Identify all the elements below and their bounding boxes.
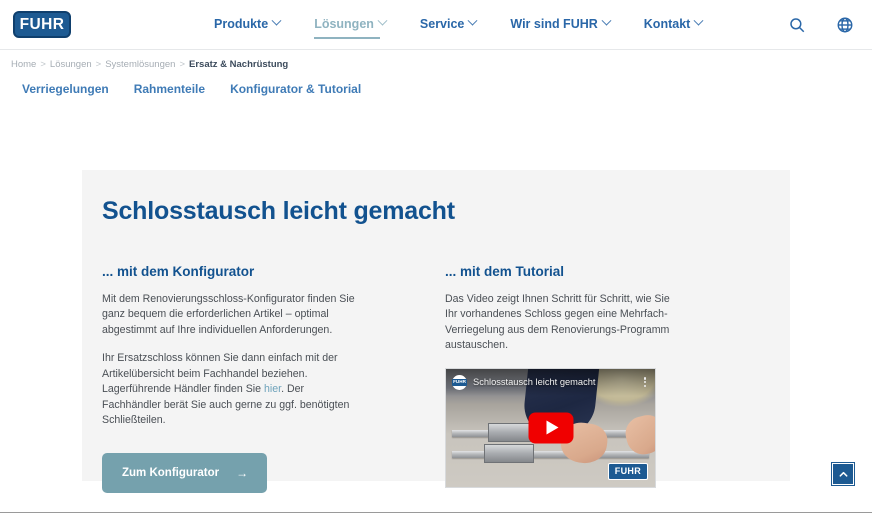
tutorial-heading: ... mit dem Tutorial [445,263,565,279]
video-thumbnail-lockcase [483,444,534,464]
chevron-down-icon [601,15,612,26]
video-title: Schlosstausch leicht gemacht [473,377,596,388]
breadcrumb-item-systemloesungen[interactable]: Systemlösungen [105,59,175,70]
chevron-down-icon [693,15,704,26]
kebab-menu-icon[interactable] [642,376,648,389]
zum-konfigurator-label: Zum Konfigurator [122,467,220,479]
breadcrumb-separator: > [95,59,102,70]
nav-item-produkte[interactable]: Produkte [214,11,282,39]
nav-item-label: Lösungen [314,16,374,31]
arrow-right-icon: → [236,466,249,480]
breadcrumb-item-current: Ersatz & Nachrüstung [189,59,289,70]
search-icon[interactable] [788,16,806,34]
channel-avatar[interactable]: FUHR [451,374,468,390]
nav-item-wir-sind-fuhr[interactable]: Wir sind FUHR [510,11,612,39]
channel-avatar-label: FUHR [451,378,468,386]
hero-columns: ... mit dem Konfigurator Mit dem Renovie… [102,263,790,494]
logo-text: FUHR [19,15,65,33]
nav-item-label: Kontakt [643,16,691,31]
tutorial-video-player[interactable]: FUHR Schlosstausch leicht gemacht FUHR [445,367,656,488]
globe-icon[interactable] [836,16,854,34]
breadcrumb-item-loesungen[interactable]: Lösungen [50,59,92,70]
video-watermark: FUHR [607,462,648,480]
play-icon[interactable] [528,412,573,444]
hero-panel: Schlosstausch leicht gemacht ... mit dem… [82,170,790,493]
breadcrumb-region: Home > Lösungen > Systemlösungen > Ersat… [0,50,872,96]
nav-item-loesungen[interactable]: Lösungen [314,11,388,39]
configurator-paragraph-2: Ihr Ersatzschloss können Sie dann einfac… [102,351,355,429]
nav-item-label: Wir sind FUHR [510,16,598,31]
tutorial-paragraph: Das Video zeigt Ihnen Schritt für Schrit… [445,292,670,352]
configurator-heading: ... mit dem Konfigurator [102,263,255,279]
section-subnavigation: Verriegelungen Rahmenteile Konfigurator … [22,82,872,96]
breadcrumb: Home > Lösungen > Systemlösungen > Ersat… [11,59,872,70]
breadcrumb-item-home[interactable]: Home [11,59,36,70]
page-title: Schlosstausch leicht gemacht [102,197,455,225]
video-thumbnail-strip [452,451,649,459]
breadcrumb-separator: > [40,59,46,70]
fuhr-logo[interactable]: FUHR [13,11,71,38]
configurator-column: ... mit dem Konfigurator Mit dem Renovie… [102,263,377,493]
chevron-down-icon [377,15,388,26]
nav-item-kontakt[interactable]: Kontakt [643,11,704,39]
footer-divider [0,512,872,513]
page-root: FUHR Produkte Lösungen Service Wir sind … [0,0,872,518]
zum-konfigurator-button[interactable]: Zum Konfigurator → [102,453,268,493]
video-thumbnail-lockcase [487,423,534,443]
nav-item-service[interactable]: Service [419,11,478,39]
subnav-item-konfigurator-tutorial[interactable]: Konfigurator & Tutorial [230,82,361,96]
main-navigation: Produkte Lösungen Service Wir sind FUHR … [214,11,704,39]
scroll-to-top-button[interactable] [832,463,854,485]
chevron-down-icon [271,15,282,26]
header-tools [788,16,856,34]
subnav-item-rahmenteile[interactable]: Rahmenteile [134,82,205,96]
chevron-down-icon [467,15,478,26]
configurator-paragraph-1: Mit dem Renovierungsschloss-Konfigurator… [102,292,355,336]
subnav-item-verriegelungen[interactable]: Verriegelungen [22,82,109,96]
site-header: FUHR Produkte Lösungen Service Wir sind … [0,0,872,50]
video-title-bar: FUHR Schlosstausch leicht gemacht [446,368,655,396]
chevron-up-icon [839,471,847,477]
dealer-link[interactable]: hier [264,383,281,395]
nav-item-label: Produkte [214,16,269,31]
nav-item-label: Service [419,16,465,31]
tutorial-column: ... mit dem Tutorial Das Video zeigt Ihn… [445,264,675,494]
breadcrumb-separator: > [179,59,185,70]
